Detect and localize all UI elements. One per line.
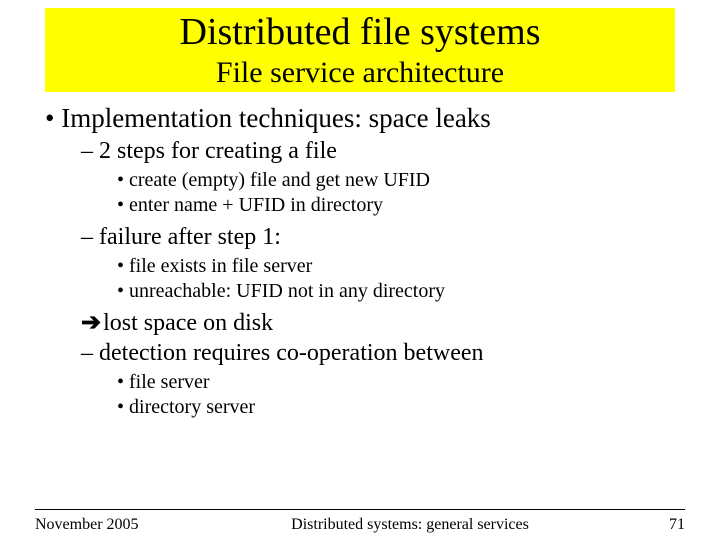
bullet-level2: failure after step 1:: [81, 222, 675, 252]
bullet-level2: detection requires co-operation between: [81, 338, 675, 368]
bullet-level2-arrow: lost space on disk: [81, 308, 675, 338]
footer-row: November 2005 Distributed systems: gener…: [35, 516, 685, 534]
footer-date: November 2005: [35, 516, 195, 534]
content-body: Implementation techniques: space leaks 2…: [45, 102, 675, 420]
footer: November 2005 Distributed systems: gener…: [0, 509, 720, 534]
footer-center: Distributed systems: general services: [195, 516, 625, 534]
slide-subtitle: File service architecture: [45, 56, 675, 91]
bullet-level1: Implementation techniques: space leaks: [45, 102, 675, 136]
bullet-level3: directory server: [117, 395, 675, 420]
footer-rule: [35, 509, 685, 510]
slide: Distributed file systems File service ar…: [0, 8, 720, 548]
bullet-level3: unreachable: UFID not in any directory: [117, 279, 675, 304]
bullet-level3: file exists in file server: [117, 254, 675, 279]
bullet-level3: file server: [117, 370, 675, 395]
bullet-level3: create (empty) file and get new UFID: [117, 168, 675, 193]
title-block: Distributed file systems File service ar…: [45, 8, 675, 92]
page-number: 71: [625, 516, 685, 534]
bullet-level3: enter name + UFID in directory: [117, 193, 675, 218]
bullet-level2: 2 steps for creating a file: [81, 136, 675, 166]
slide-title: Distributed file systems: [45, 12, 675, 54]
